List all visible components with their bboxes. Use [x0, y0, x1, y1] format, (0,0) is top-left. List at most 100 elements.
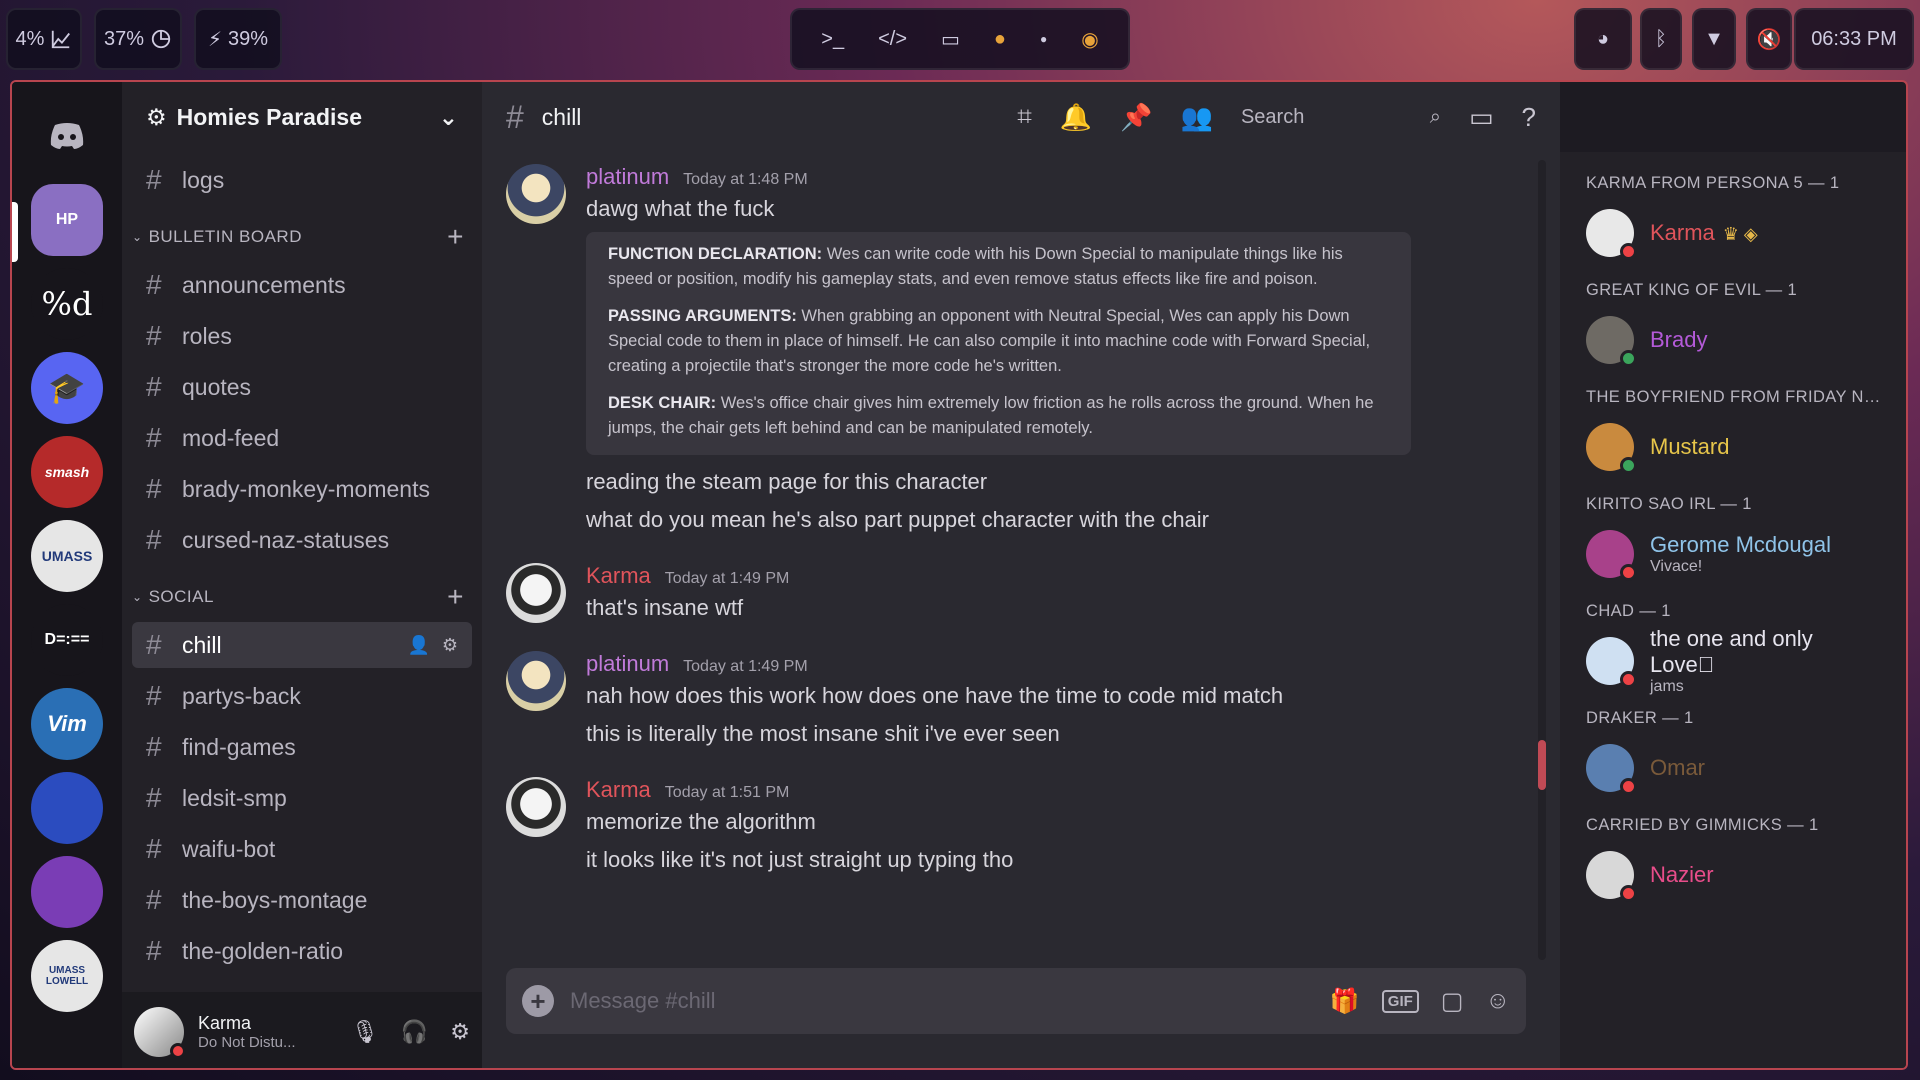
member-item[interactable]: the one and only Love⃞ jams [1586, 626, 1882, 695]
channel-sidebar: ⚙ Homies Paradise ⌄ # logs ⌄ BULLETIN BO… [122, 82, 482, 1068]
invite-icon[interactable]: 👤 [407, 635, 429, 656]
headphones-icon[interactable]: 🎧 [401, 1019, 428, 1045]
category-bulletin-board[interactable]: ⌄ BULLETIN BOARD + [122, 217, 482, 257]
dnd-status-icon [1620, 243, 1637, 260]
message-text: that's insane wtf [586, 595, 744, 620]
sticker-icon[interactable]: ▢ [1441, 987, 1464, 1016]
member-item[interactable]: Gerome Mcdougal Vivace! [1586, 528, 1882, 581]
member-group-header: KARMA FROM PERSONA 5 — 1 [1586, 174, 1840, 192]
scrollbar[interactable] [1538, 160, 1546, 960]
members-icon[interactable]: 👥 [1181, 102, 1213, 133]
channel-header: # chill ⌗ 🔔 📌 👥 Search ⌕ ▭ ? [482, 82, 1560, 152]
channel-roles[interactable]: # roles [132, 313, 472, 359]
message-author[interactable]: Karma [586, 563, 651, 589]
avatar[interactable] [506, 777, 566, 837]
add-channel-icon[interactable]: + [447, 221, 464, 253]
member-item[interactable]: Nazier [1586, 849, 1882, 902]
server-icon-blue-character[interactable] [31, 772, 103, 844]
server-icon-umass-lowell[interactable]: UMASS LOWELL [31, 940, 103, 1012]
message-author[interactable]: platinum [586, 651, 669, 677]
bell-icon[interactable]: 🔔 [1060, 102, 1092, 133]
folder-icon[interactable]: ▭ [941, 27, 960, 52]
server-icon-umass[interactable]: UMASS [31, 520, 103, 592]
server-icon-rainbow[interactable] [31, 856, 103, 928]
message-author[interactable]: Karma [586, 777, 651, 803]
discord-tray-icon[interactable]: ◕ [1574, 8, 1632, 70]
threads-icon[interactable]: ⌗ [1017, 101, 1032, 133]
server-icon-smash[interactable]: smash [31, 436, 103, 508]
message-author[interactable]: platinum [586, 164, 669, 190]
chevron-down-icon: ⌄ [132, 590, 143, 604]
member-group-header: KIRITO SAO IRL — 1 [1586, 495, 1752, 513]
channel-waifu-bot[interactable]: # waifu-bot [132, 826, 472, 872]
emoji-icon[interactable]: ☺ [1485, 987, 1510, 1015]
server-icon-homies-paradise[interactable]: HP [31, 184, 103, 256]
message[interactable]: platinum Today at 1:49 PM nah how does thi… [482, 651, 1542, 753]
discord-home-icon[interactable] [31, 100, 103, 172]
code-icon[interactable]: </> [878, 28, 907, 51]
avatar[interactable] [506, 563, 566, 623]
message[interactable]: platinum Today at 1:48 PM dawg what the fu… [482, 164, 1542, 539]
microphone-icon[interactable]: 🎙 [351, 1019, 379, 1045]
wifi-icon[interactable]: ▼ [1692, 8, 1736, 70]
guild-header[interactable]: ⚙ Homies Paradise ⌄ [122, 82, 482, 152]
pin-icon[interactable]: 📌 [1120, 102, 1152, 133]
battery-widget[interactable]: ⚡ 39% [194, 8, 282, 70]
channel-brady-monkey-moments[interactable]: # brady-monkey-moments [132, 466, 472, 512]
bluetooth-icon[interactable]: ᛒ [1640, 8, 1682, 70]
add-attachment-icon[interactable]: + [522, 985, 554, 1017]
member-item[interactable]: Karma ♛ ◈ [1586, 207, 1882, 260]
channel-partys-back[interactable]: # partys-back [132, 673, 472, 719]
gear-icon[interactable]: ⚙ [442, 635, 458, 656]
clock[interactable]: 06:33 PM [1794, 8, 1914, 70]
server-icon-graduation[interactable]: 🎓 [31, 352, 103, 424]
scrollbar-thumb[interactable] [1538, 740, 1546, 790]
message-input[interactable] [570, 988, 1314, 1014]
category-social[interactable]: ⌄ SOCIAL + [122, 577, 482, 617]
member-item[interactable]: Mustard [1586, 421, 1882, 474]
server-icon-percent-d[interactable]: %d [31, 268, 103, 340]
cpu-widget[interactable]: 4% [6, 8, 82, 70]
dot-icon[interactable]: ● [1040, 32, 1047, 46]
message-list[interactable]: platinum Today at 1:48 PM dawg what the fu… [482, 164, 1542, 964]
member-name-text: Omar [1650, 755, 1705, 780]
channel-quotes[interactable]: # quotes [132, 364, 472, 410]
muted-speaker-icon[interactable]: 🔇 [1746, 8, 1792, 70]
member-activity: jams [1650, 678, 1684, 695]
channel-chill[interactable]: # chill 👤 ⚙ [132, 622, 472, 668]
channel-cursed-naz-statuses[interactable]: # cursed-naz-statuses [132, 517, 472, 563]
member-item[interactable]: Omar [1586, 742, 1882, 795]
channel-the-boys-montage[interactable]: # the-boys-montage [132, 877, 472, 923]
message[interactable]: Karma Today at 1:49 PM that's insane wtf [482, 563, 1542, 627]
channel-announcements[interactable]: # announcements [132, 262, 472, 308]
terminal-icon[interactable]: >_ [821, 28, 844, 51]
message[interactable]: Karma Today at 1:51 PM memorize the algori… [482, 777, 1542, 879]
gif-icon[interactable]: GIF [1381, 989, 1419, 1013]
member-list: KARMA FROM PERSONA 5 — 1 Karma ♛ ◈ GREAT KI… [1560, 152, 1906, 1068]
channel-find-games[interactable]: # find-games [132, 724, 472, 770]
guild-name: Homies Paradise [176, 103, 362, 130]
search-input[interactable]: Search ⌕ [1241, 106, 1441, 129]
server-icon-d[interactable]: D=:== [31, 604, 103, 676]
message-timestamp: Today at 1:48 PM [683, 171, 808, 188]
hash-icon: # [146, 629, 162, 660]
avatar[interactable] [134, 1007, 186, 1059]
avatar[interactable] [506, 651, 566, 711]
channel-the-golden-ratio[interactable]: # the-golden-ratio [132, 928, 472, 974]
channel-label: chill [182, 631, 222, 658]
server-icon-vim[interactable]: Vim [31, 688, 103, 760]
channel-label: quotes [182, 373, 252, 400]
avatar[interactable] [506, 164, 566, 224]
channel-mod-feed[interactable]: # mod-feed [132, 415, 472, 461]
channel-ledsit-smp[interactable]: # ledsit-smp [132, 775, 472, 821]
channel-logs[interactable]: # logs [132, 157, 472, 203]
help-icon[interactable]: ? [1522, 102, 1536, 133]
firefox-icon[interactable]: ● [994, 28, 1006, 51]
add-channel-icon[interactable]: + [447, 581, 464, 613]
member-item[interactable]: Brady [1586, 314, 1882, 367]
inbox-icon[interactable]: ▭ [1469, 102, 1494, 133]
memory-widget[interactable]: 37% [94, 8, 182, 70]
gift-icon[interactable]: 🎁 [1330, 987, 1360, 1016]
spotify-icon[interactable]: ◉ [1081, 27, 1098, 52]
gear-icon[interactable]: ⚙ [450, 1019, 470, 1045]
